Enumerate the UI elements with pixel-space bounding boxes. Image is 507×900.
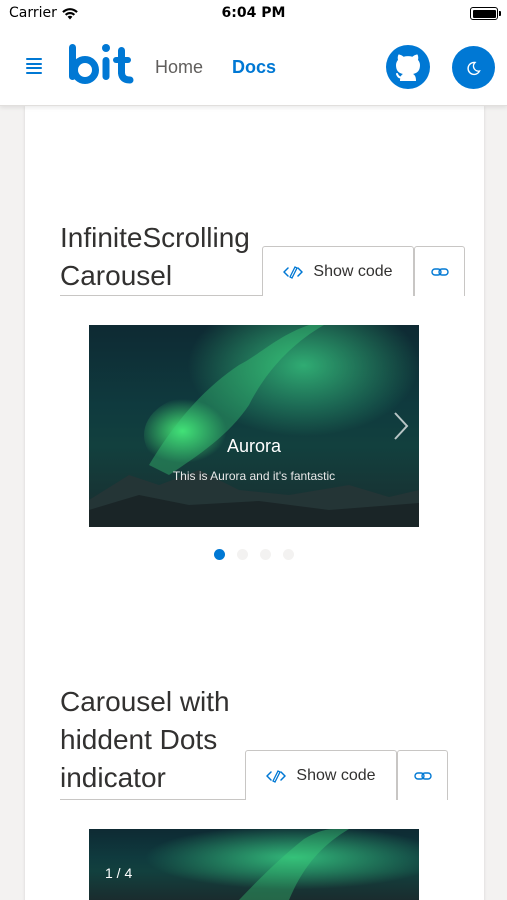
aurora-image <box>89 325 419 527</box>
carousel-dots <box>214 549 294 560</box>
carousel-dot[interactable] <box>237 549 248 560</box>
moon-icon <box>466 61 481 75</box>
bit-logo[interactable] <box>66 40 134 90</box>
carousel-dot[interactable] <box>283 549 294 560</box>
show-code-button[interactable]: Show code <box>262 246 414 296</box>
hamburger-menu-icon[interactable] <box>26 58 44 74</box>
status-time: 6:04 PM <box>221 5 286 21</box>
section-title-line: Carousel <box>60 260 173 291</box>
carousel-slide-hidden-dots[interactable]: 1 / 4 <box>89 829 419 900</box>
show-code-button[interactable]: Show code <box>245 750 397 800</box>
section-title-hidden-dots: Carousel with hiddent Dots indicator <box>60 683 230 797</box>
section-title-line: InfiniteScrolling <box>60 222 250 253</box>
show-code-label: Show code <box>313 262 393 280</box>
status-bar: Carrier 6:04 PM <box>0 0 507 28</box>
copy-link-button[interactable] <box>397 750 448 800</box>
nav-home-link[interactable]: Home <box>155 57 203 78</box>
section-title-line: indicator <box>60 762 166 793</box>
app-page: Carrier 6:04 PM Home Docs InfiniteScroll… <box>0 0 507 900</box>
theme-toggle-button[interactable] <box>452 46 495 89</box>
code-edit-icon <box>266 769 287 783</box>
battery-icon <box>470 7 501 20</box>
section-title-infinite-scrolling: InfiniteScrolling Carousel <box>60 219 250 295</box>
carousel-slide-aurora[interactable]: Aurora This is Aurora and it's fantastic <box>89 325 419 527</box>
nav-docs-link[interactable]: Docs <box>232 57 276 78</box>
copy-link-button[interactable] <box>414 246 465 296</box>
carousel-dot[interactable] <box>214 549 225 560</box>
app-header: Home Docs <box>0 28 507 106</box>
slide-counter: 1 / 4 <box>105 865 133 881</box>
section-title-line: Carousel with <box>60 686 230 717</box>
carousel-dot[interactable] <box>260 549 271 560</box>
slide-subtitle: This is Aurora and it's fantastic <box>172 469 336 483</box>
section-title-line: hiddent Dots <box>60 724 218 755</box>
code-edit-icon <box>283 265 304 279</box>
github-icon[interactable] <box>385 44 431 90</box>
link-icon <box>413 771 432 780</box>
chevron-right-icon[interactable] <box>391 409 411 443</box>
slide-title: Aurora <box>226 436 282 456</box>
aurora-image <box>89 829 419 900</box>
link-icon <box>430 267 449 276</box>
show-code-label: Show code <box>296 766 376 784</box>
